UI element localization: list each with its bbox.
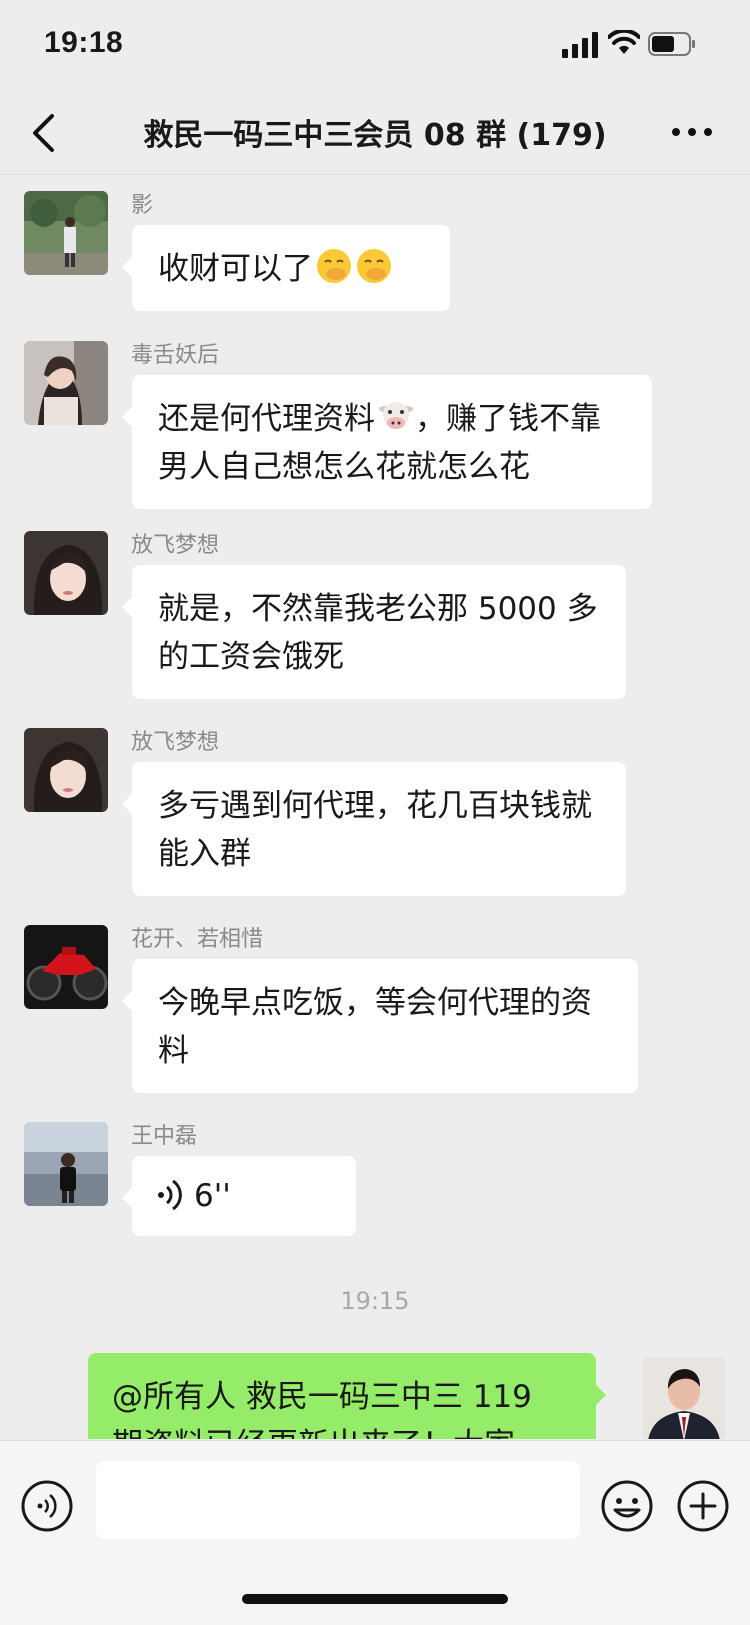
status-bar: 19:18 bbox=[0, 0, 750, 90]
bubble-tail bbox=[596, 1385, 606, 1405]
message-text: 多亏遇到何代理，花几百块钱就能入群 bbox=[158, 788, 592, 872]
cow-face-icon bbox=[379, 402, 413, 429]
sender-name: 放飞梦想 bbox=[131, 730, 220, 755]
status-time: 19:18 bbox=[44, 26, 124, 59]
message-text: 收财可以了 bbox=[158, 251, 313, 287]
plus-icon[interactable] bbox=[676, 1479, 730, 1533]
battery-icon bbox=[648, 32, 695, 56]
back-arrow-icon[interactable] bbox=[26, 112, 66, 154]
message-bubble[interactable]: 收财可以了 bbox=[122, 225, 450, 311]
voice-input-icon[interactable] bbox=[20, 1479, 74, 1533]
message-item-self: @所有人 救民一码三中三 119 期资料已经更新出来了！大家 bbox=[0, 1353, 750, 1439]
avatar[interactable] bbox=[24, 728, 108, 812]
voice-message-bubble[interactable]: 6'' bbox=[122, 1156, 356, 1236]
voice-wave-icon bbox=[158, 1179, 182, 1211]
message-bubble[interactable]: 就是，不然靠我老公那 5000 多的工资会饿死 bbox=[122, 565, 626, 699]
chat-title: 救民一码三中三会员 08 群 (179) bbox=[143, 118, 607, 153]
avatar[interactable] bbox=[24, 925, 108, 1009]
sender-name: 放飞梦想 bbox=[131, 533, 220, 558]
message-bubble[interactable]: 今晚早点吃饭，等会何代理的资料 bbox=[122, 959, 638, 1093]
message-list[interactable]: 影 收财可以了 毒舌妖后 还是何代理资料，赚了钱不靠男人自己想怎么花就怎么花 bbox=[0, 175, 750, 1439]
face-with-hand-over-mouth-icon bbox=[357, 249, 391, 283]
my-message-bubble[interactable]: @所有人 救民一码三中三 119 期资料已经更新出来了！大家 bbox=[88, 1353, 596, 1439]
message-bubble[interactable]: 还是何代理资料 ，赚了钱不靠男人自己想怎么花就怎么花 bbox=[122, 375, 652, 509]
avatar[interactable] bbox=[24, 341, 108, 425]
more-options-icon[interactable] bbox=[668, 110, 716, 154]
sender-name: 花开、若相惜 bbox=[131, 927, 264, 952]
wifi-icon bbox=[608, 30, 640, 54]
emoji-icon[interactable] bbox=[600, 1479, 654, 1533]
my-avatar[interactable] bbox=[642, 1357, 726, 1439]
sender-name: 王中磊 bbox=[131, 1124, 198, 1149]
message-text: @所有人 救民一码三中三 119 期资料已经更新出来了！大家 bbox=[112, 1379, 532, 1439]
avatar[interactable] bbox=[24, 1122, 108, 1206]
message-bubble[interactable]: 多亏遇到何代理，花几百块钱就能入群 bbox=[122, 762, 626, 896]
voice-duration: 6'' bbox=[194, 1178, 231, 1214]
face-with-hand-over-mouth-icon bbox=[317, 249, 351, 283]
message-input[interactable] bbox=[96, 1461, 580, 1539]
message-text: 就是，不然靠我老公那 5000 多的工资会饿死 bbox=[158, 591, 598, 675]
message-text: 还是何代理资料 bbox=[158, 401, 375, 437]
avatar[interactable] bbox=[24, 191, 108, 275]
chat-header: 救民一码三中三会员 08 群 (179) bbox=[0, 90, 750, 175]
message-text: 今晚早点吃饭，等会何代理的资料 bbox=[158, 985, 592, 1069]
avatar[interactable] bbox=[24, 531, 108, 615]
home-indicator[interactable] bbox=[242, 1594, 508, 1604]
cellular-signal-icon bbox=[562, 32, 598, 58]
sender-name: 影 bbox=[131, 193, 154, 218]
sender-name: 毒舌妖后 bbox=[131, 343, 220, 368]
timestamp-divider: 19:15 bbox=[340, 1287, 410, 1315]
